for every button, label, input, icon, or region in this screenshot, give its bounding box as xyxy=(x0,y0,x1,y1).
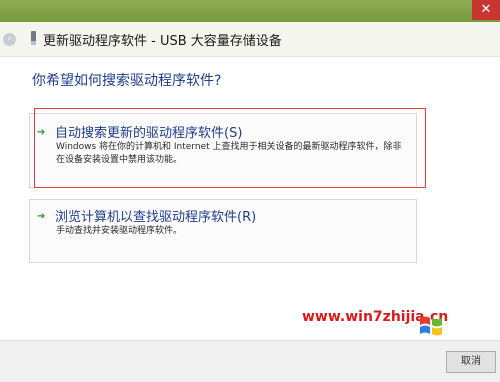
close-button[interactable]: ✕ xyxy=(472,0,500,20)
usb-device-icon xyxy=(31,31,36,45)
search-question: 你希望如何搜索驱动程序软件? xyxy=(32,73,222,89)
update-driver-dialog: ✕ ‹ 更新驱动程序软件 - USB 大容量存储设备 你希望如何搜索驱动程序软件… xyxy=(0,0,500,382)
option-title: 浏览计算机以查找驱动程序软件(R) xyxy=(55,210,257,225)
dialog-title: 更新驱动程序软件 - USB 大容量存储设备 xyxy=(43,34,282,49)
highlight-box xyxy=(34,108,426,188)
option-description: 手动查找并安装驱动程序软件。 xyxy=(56,226,183,236)
green-arrow-icon: ➔ xyxy=(37,211,46,222)
cancel-button[interactable]: 取消 xyxy=(446,351,496,373)
option-browse-computer[interactable]: ➔ 浏览计算机以查找驱动程序软件(R) 手动查找并安装驱动程序软件。 xyxy=(29,199,417,263)
dialog-header: ‹ 更新驱动程序软件 - USB 大容量存储设备 xyxy=(0,22,500,57)
back-arrow-icon[interactable]: ‹ xyxy=(3,33,16,46)
window-title-strip: ✕ xyxy=(0,0,500,22)
windows-flag-icon xyxy=(420,316,442,336)
dialog-footer: 取消 xyxy=(0,340,500,382)
